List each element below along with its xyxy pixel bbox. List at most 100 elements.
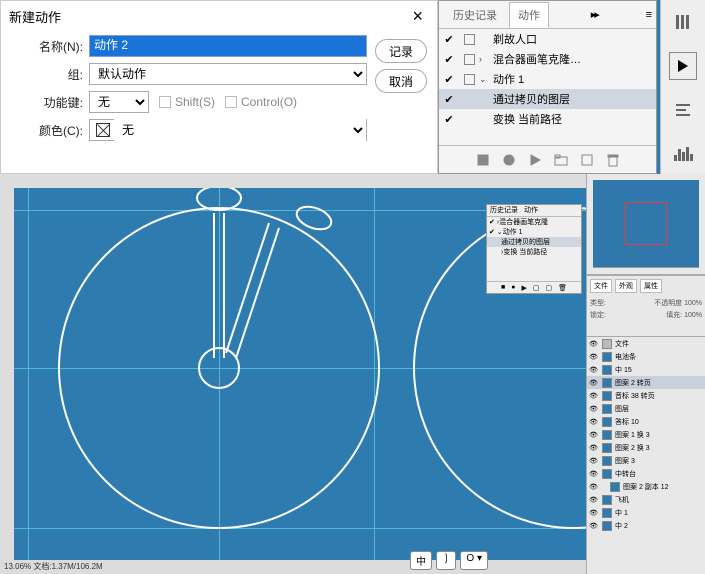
layer-thumb xyxy=(602,404,612,414)
mode-badge[interactable]: 中 xyxy=(410,551,432,570)
chevron-down-icon[interactable]: ⌄ xyxy=(479,74,493,85)
check-icon[interactable]: ✔ xyxy=(439,73,459,86)
navigator-thumbnail[interactable] xyxy=(593,180,699,268)
action-item[interactable]: 混合器画笔克隆… xyxy=(493,51,656,67)
folder-icon xyxy=(464,74,475,85)
layer-row[interactable]: 👁 电池条 xyxy=(587,350,705,363)
layer-thumb xyxy=(602,339,612,349)
new-action-dialog: 新建动作 × 名称(N): 动作 2 组: 默认动作 功能键: 无 xyxy=(0,0,438,174)
funckey-label: 功能键: xyxy=(11,94,83,111)
new-folder-icon[interactable] xyxy=(554,153,568,167)
shift-checkbox[interactable]: Shift(S) xyxy=(159,95,215,109)
group-select[interactable]: 默认动作 xyxy=(89,63,367,85)
edit-toolbar-icon[interactable] xyxy=(669,8,697,36)
record-icon[interactable] xyxy=(502,153,516,167)
layer-thumb xyxy=(602,495,612,505)
tab-appearance[interactable]: 外观 xyxy=(615,279,637,293)
visibility-icon[interactable]: 👁 xyxy=(589,496,599,504)
layer-row[interactable]: 👁飞机 xyxy=(587,493,705,506)
visibility-icon[interactable]: 👁 xyxy=(589,470,599,478)
visibility-icon[interactable]: 👁 xyxy=(589,522,599,530)
layer-row[interactable]: 👁图案 2 转页 xyxy=(587,376,705,389)
check-icon[interactable]: ✔ xyxy=(439,53,459,66)
visibility-icon[interactable]: 👁 xyxy=(589,405,599,413)
visibility-icon[interactable]: 👁 xyxy=(589,418,599,426)
record-button[interactable]: 记录 xyxy=(375,39,427,63)
visibility-icon[interactable]: 👁 xyxy=(589,340,599,348)
chevron-right-icon[interactable]: › xyxy=(479,54,493,64)
visibility-icon[interactable]: 👁 xyxy=(589,366,599,374)
layers-panel: 👁文件👁电池条👁中 15👁图案 2 转页👁音标 38 转页👁图层👁答标 10👁图… xyxy=(587,337,705,532)
ruler-horizontal[interactable] xyxy=(0,174,586,188)
layer-thumb xyxy=(602,469,612,479)
control-checkbox[interactable]: Control(O) xyxy=(225,95,297,109)
action-step[interactable]: 通过拷贝的图层 xyxy=(493,91,656,107)
visibility-icon[interactable]: 👁 xyxy=(589,431,599,439)
stop-icon[interactable] xyxy=(476,153,490,167)
visibility-icon[interactable]: 👁 xyxy=(589,457,599,465)
tool-dock xyxy=(660,0,705,174)
paragraph-icon[interactable] xyxy=(669,96,697,124)
name-input[interactable]: 动作 2 xyxy=(89,35,367,57)
mini-actions-panel[interactable]: 历史记录动作 ✔ › 混合器画笔克隆 ✔ ⌄ 动作 1 通过拷贝的图层 › 变换… xyxy=(486,204,582,294)
mode-badge[interactable]: O ▾ xyxy=(460,551,488,570)
layer-thumb xyxy=(602,352,612,362)
tab-actions[interactable]: 动作 xyxy=(509,2,549,28)
layer-row[interactable]: 👁 中 15 xyxy=(587,363,705,376)
action-item[interactable]: 剃故人口 xyxy=(493,31,656,47)
view-mode-badges: 中 ❳ O ▾ xyxy=(410,551,488,570)
trash-icon[interactable] xyxy=(606,153,620,167)
color-select[interactable]: 无 xyxy=(114,119,366,141)
layer-row[interactable]: 👁 中转台 xyxy=(587,467,705,480)
layer-row[interactable]: 👁 图案 2 换 3 xyxy=(587,441,705,454)
layer-row[interactable]: 👁图案 3 xyxy=(587,454,705,467)
visibility-icon[interactable]: 👁 xyxy=(589,379,599,387)
status-bar: 13.06% 文档:1.37M/106.2M xyxy=(0,560,586,574)
layer-row[interactable]: 👁答标 10 xyxy=(587,415,705,428)
tab-history[interactable]: 历史记录 xyxy=(445,3,505,27)
action-step[interactable]: 变换 当前路径 xyxy=(493,111,656,127)
layer-thumb xyxy=(602,430,612,440)
play-icon[interactable] xyxy=(528,153,542,167)
layer-thumb xyxy=(610,482,620,492)
funckey-select[interactable]: 无 xyxy=(89,91,149,113)
navigator-viewport[interactable] xyxy=(625,202,667,246)
check-icon[interactable]: ✔ xyxy=(439,113,459,126)
visibility-icon[interactable]: 👁 xyxy=(589,353,599,361)
layer-row[interactable]: 👁 图案 2 副本 12 xyxy=(587,480,705,493)
name-label: 名称(N): xyxy=(11,38,83,55)
new-action-icon[interactable] xyxy=(580,153,594,167)
close-icon[interactable]: × xyxy=(406,4,429,29)
check-icon[interactable]: ✔ xyxy=(439,33,459,46)
check-icon[interactable]: ✔ xyxy=(439,93,459,106)
play-button-icon[interactable] xyxy=(669,52,697,80)
layer-row[interactable]: 👁图层 xyxy=(587,402,705,415)
layer-row[interactable]: 👁中 2 xyxy=(587,519,705,532)
chevron-right-icon[interactable]: › xyxy=(479,114,493,124)
dialog-titlebar: 新建动作 × xyxy=(1,1,437,31)
tab-props[interactable]: 属性 xyxy=(640,279,662,293)
visibility-icon[interactable]: 👁 xyxy=(589,444,599,452)
layer-row[interactable]: 👁图案 1 换 3 xyxy=(587,428,705,441)
layer-name: 电池条 xyxy=(615,352,636,362)
layer-thumb xyxy=(602,521,612,531)
layer-name: 中 15 xyxy=(615,365,632,375)
layer-row[interactable]: 👁音标 38 转页 xyxy=(587,389,705,402)
layer-name: 图案 2 副本 12 xyxy=(623,482,669,492)
layer-name: 文件 xyxy=(615,339,629,349)
panel-menu-icon[interactable]: ▸▸ xyxy=(591,8,604,21)
layer-name: 中转台 xyxy=(615,469,636,479)
visibility-icon[interactable]: 👁 xyxy=(589,509,599,517)
cancel-button[interactable]: 取消 xyxy=(375,69,427,93)
panel-options-icon[interactable]: ≡ xyxy=(646,9,656,21)
layer-row[interactable]: 👁中 1 xyxy=(587,506,705,519)
tab-file[interactable]: 文件 xyxy=(590,279,612,293)
histogram-icon[interactable] xyxy=(669,140,697,168)
visibility-icon[interactable]: 👁 xyxy=(589,483,599,491)
mode-badge[interactable]: ❳ xyxy=(436,551,456,570)
visibility-icon[interactable]: 👁 xyxy=(589,392,599,400)
action-item[interactable]: 动作 1 xyxy=(493,71,656,87)
layer-name: 图案 2 换 3 xyxy=(615,443,650,453)
ruler-vertical[interactable] xyxy=(0,174,14,574)
layer-row[interactable]: 👁 文件 xyxy=(587,337,705,350)
